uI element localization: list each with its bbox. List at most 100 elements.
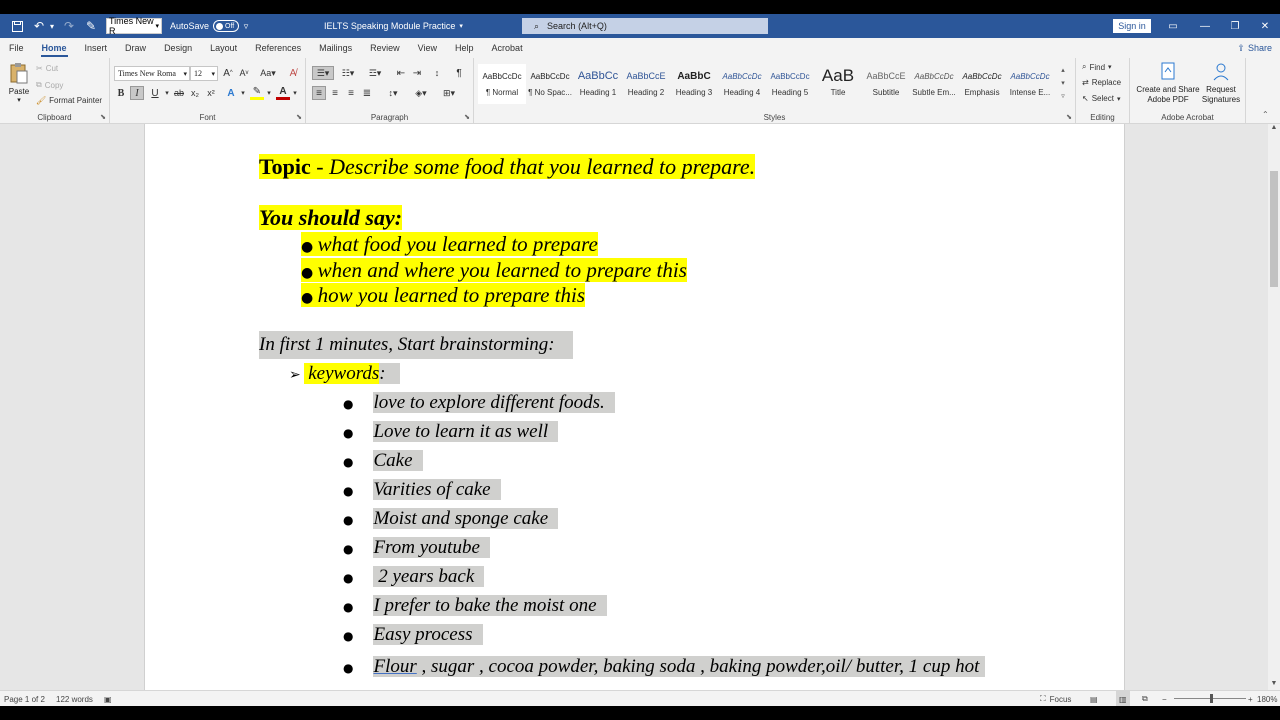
scroll-up-icon[interactable]: ▲ bbox=[1268, 124, 1280, 134]
borders-icon[interactable]: ⊞▾ bbox=[438, 86, 460, 100]
tab-file[interactable]: File bbox=[0, 38, 33, 58]
collapse-ribbon-icon[interactable]: ⌃ bbox=[1262, 110, 1269, 119]
grow-font-icon[interactable]: A ^ bbox=[221, 66, 235, 80]
bold-icon[interactable]: B bbox=[114, 86, 128, 100]
style-emphasis[interactable]: AaBbCcDc Emphasis bbox=[958, 64, 1006, 104]
say-bullet-3[interactable]: ● how you learned to prepare this bbox=[301, 283, 586, 308]
sort-icon[interactable]: ↕ bbox=[430, 66, 444, 80]
style-heading-3[interactable]: AaBbC Heading 3 bbox=[670, 64, 718, 104]
should-say-heading[interactable]: You should say: bbox=[259, 205, 403, 231]
keyword-item[interactable]: ● Moist and sponge cake bbox=[343, 505, 559, 534]
increase-indent-icon[interactable]: ⇥ bbox=[410, 66, 424, 80]
keyword-item[interactable]: ● I prefer to bake the moist one bbox=[343, 592, 607, 621]
numbering-icon[interactable]: ☷▾ bbox=[338, 66, 358, 80]
styles-scroll[interactable]: ▴ ▾ ▿ bbox=[1058, 64, 1068, 104]
tab-review[interactable]: Review bbox=[361, 38, 409, 58]
style-no-spacing[interactable]: AaBbCcDc ¶ No Spac... bbox=[526, 64, 574, 104]
chevron-down-icon[interactable]: ▾ bbox=[288, 86, 302, 100]
multilevel-list-icon[interactable]: ☲▾ bbox=[364, 66, 386, 80]
say-bullet-1[interactable]: ● what food you learned to prepare bbox=[301, 232, 598, 257]
document-area[interactable]: Topic - Describe some food that you lear… bbox=[0, 124, 1268, 690]
proofing-icon[interactable]: ▣ bbox=[104, 691, 112, 707]
replace-button[interactable]: ⇄ Replace bbox=[1082, 78, 1121, 87]
topic-line[interactable]: Topic - Describe some food that you lear… bbox=[259, 154, 756, 180]
brainstorm-line[interactable]: In first 1 minutes, Start brainstorming: bbox=[259, 331, 573, 359]
say-bullet-2[interactable]: ● when and where you learned to prepare … bbox=[301, 258, 687, 283]
style-intense-emphasis[interactable]: AaBbCcDc Intense E... bbox=[1006, 64, 1054, 104]
read-mode-icon[interactable]: ▤ bbox=[1090, 691, 1098, 707]
superscript-icon[interactable]: x² bbox=[204, 86, 218, 100]
restore-icon[interactable]: ❐ bbox=[1220, 14, 1250, 38]
scroll-down-icon[interactable]: ▼ bbox=[1268, 680, 1280, 690]
line-spacing-icon[interactable]: ↕▾ bbox=[382, 86, 404, 100]
print-layout-icon[interactable]: ▥ bbox=[1116, 691, 1130, 707]
create-share-pdf-button[interactable]: Create and Share Adobe PDF bbox=[1136, 62, 1200, 105]
redo-icon[interactable]: ↷ bbox=[58, 14, 80, 38]
zoom-out-icon[interactable]: − bbox=[1162, 691, 1167, 707]
tab-help[interactable]: Help bbox=[446, 38, 483, 58]
request-signatures-button[interactable]: Request Signatures bbox=[1200, 62, 1242, 105]
shrink-font-icon[interactable]: Av bbox=[237, 66, 251, 80]
save-icon[interactable] bbox=[6, 14, 28, 38]
tab-draw[interactable]: Draw bbox=[116, 38, 155, 58]
scroll-thumb[interactable] bbox=[1270, 171, 1278, 287]
tab-home[interactable]: Home bbox=[33, 38, 76, 58]
minimize-icon[interactable]: — bbox=[1190, 14, 1220, 38]
justify-icon[interactable]: ≣ bbox=[360, 86, 374, 100]
vertical-scrollbar[interactable]: ▲ ▼ bbox=[1268, 124, 1280, 690]
keyword-item[interactable]: ● Easy process bbox=[343, 621, 483, 650]
chevron-down-icon[interactable]: ▾ bbox=[262, 86, 276, 100]
font-name-select[interactable]: Times New Roma ▾ bbox=[114, 66, 190, 81]
strikethrough-icon[interactable]: ab bbox=[172, 86, 186, 100]
zoom-in-icon[interactable]: + bbox=[1248, 691, 1253, 707]
bullets-icon[interactable]: ☰▾ bbox=[312, 66, 334, 80]
align-center-icon[interactable]: ≡ bbox=[328, 86, 342, 100]
zoom-slider-thumb[interactable] bbox=[1210, 694, 1213, 703]
word-count[interactable]: 122 words bbox=[56, 691, 93, 707]
align-right-icon[interactable]: ≡ bbox=[344, 86, 358, 100]
tab-insert[interactable]: Insert bbox=[76, 38, 117, 58]
clear-formatting-icon[interactable]: A̸ bbox=[286, 66, 300, 80]
style-subtle-emphasis[interactable]: AaBbCcDc Subtle Em... bbox=[910, 64, 958, 104]
tab-references[interactable]: References bbox=[246, 38, 310, 58]
keyword-item[interactable]: ● Love to learn it as well bbox=[343, 418, 559, 447]
style-heading-5[interactable]: AaBbCcDc Heading 5 bbox=[766, 64, 814, 104]
italic-icon[interactable]: I bbox=[130, 86, 144, 100]
customize-qa-icon[interactable]: ▿ bbox=[239, 14, 253, 38]
align-left-icon[interactable]: ≡ bbox=[312, 86, 326, 100]
style-heading-1[interactable]: AaBbCc Heading 1 bbox=[574, 64, 622, 104]
dialog-launcher-icon[interactable]: ⬊ bbox=[296, 113, 302, 121]
autosave-toggle[interactable]: Off bbox=[213, 20, 240, 32]
cut-button[interactable]: ✂ Cut bbox=[36, 64, 58, 73]
undo-dropdown-icon[interactable]: ▾ bbox=[50, 22, 58, 31]
style-heading-4[interactable]: AaBbCcDc Heading 4 bbox=[718, 64, 766, 104]
keyword-item[interactable]: ● Varities of cake bbox=[343, 476, 501, 505]
dialog-launcher-icon[interactable]: ⬊ bbox=[464, 113, 470, 121]
document-page[interactable]: Topic - Describe some food that you lear… bbox=[144, 124, 1125, 690]
page-count[interactable]: Page 1 of 2 bbox=[4, 691, 45, 707]
subscript-icon[interactable]: x₂ bbox=[188, 86, 202, 100]
find-button[interactable]: ⌕ Find ▾ bbox=[1082, 62, 1112, 72]
keyword-item[interactable]: ● love to explore different foods. bbox=[343, 389, 615, 418]
change-case-icon[interactable]: Aa▾ bbox=[258, 66, 278, 80]
font-size-select[interactable]: 12 ▾ bbox=[190, 66, 218, 81]
share-button[interactable]: ⇪ Share bbox=[1237, 40, 1272, 56]
tab-acrobat[interactable]: Acrobat bbox=[483, 38, 532, 58]
copy-button[interactable]: ⧉ Copy bbox=[36, 80, 63, 90]
sign-in-button[interactable]: Sign in bbox=[1113, 19, 1151, 33]
document-title[interactable]: IELTS Speaking Module Practice ▾ bbox=[324, 14, 463, 38]
focus-button[interactable]: ⛶ Focus bbox=[1040, 691, 1071, 707]
select-button[interactable]: ↖ Select ▾ bbox=[1082, 94, 1120, 103]
style-normal[interactable]: AaBbCcDc ¶ Normal bbox=[478, 64, 526, 104]
close-icon[interactable]: ✕ bbox=[1250, 14, 1280, 38]
ribbon-display-icon[interactable]: ▭ bbox=[1158, 14, 1188, 38]
format-painter-button[interactable]: 🖌 Format Painter bbox=[36, 96, 102, 105]
paste-button[interactable]: Paste ▾ bbox=[6, 62, 32, 104]
pilcrow-icon[interactable]: ¶ bbox=[452, 66, 466, 80]
tab-view[interactable]: View bbox=[409, 38, 446, 58]
dialog-launcher-icon[interactable]: ⬊ bbox=[1066, 113, 1072, 121]
tab-design[interactable]: Design bbox=[155, 38, 201, 58]
chevron-down-icon[interactable]: ▾ bbox=[236, 86, 250, 100]
style-subtitle[interactable]: AaBbCcE Subtitle bbox=[862, 64, 910, 104]
keyword-item[interactable]: ● Cake bbox=[343, 447, 423, 476]
